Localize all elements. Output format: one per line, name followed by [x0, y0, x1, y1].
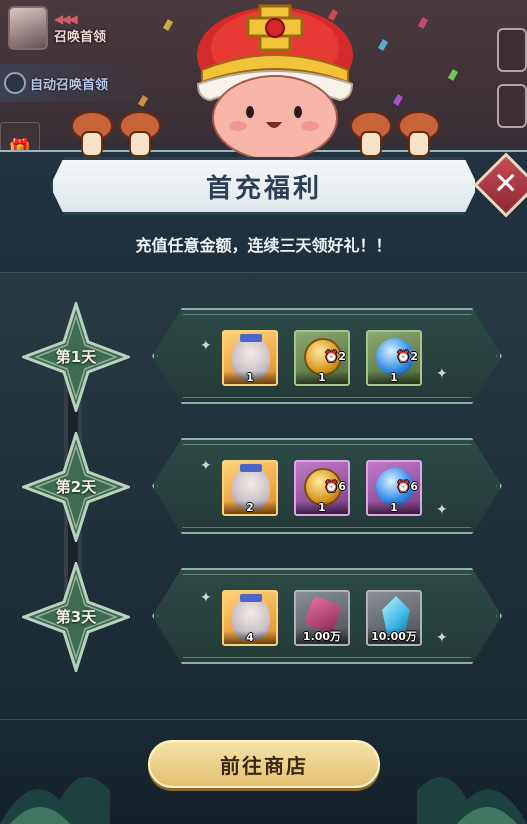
item-count: 2 — [224, 501, 276, 514]
reward-items: 2 ⏰6 1 ⏰6 1 — [222, 460, 422, 516]
mushroom-sprites-left-icon — [71, 111, 161, 157]
sparkle-icon: ✦ — [200, 590, 212, 606]
day-row-2: 第2天 ✦ ✦ 2 ⏰6 1 ⏰6 1 — [0, 432, 527, 542]
sparkle-icon: ✦ — [436, 366, 448, 382]
side-menu-icon[interactable] — [497, 28, 527, 72]
sparkle-icon: ✦ — [200, 458, 212, 474]
item-count: 4 — [224, 631, 276, 644]
dialog-subtitle: 充值任意金额，连续三天领好礼！！ — [135, 236, 392, 255]
hero-crown — [240, 594, 262, 602]
sparkle-icon: ✦ — [436, 502, 448, 518]
reward-item[interactable]: 1 — [222, 330, 278, 386]
boss-avatar — [8, 6, 48, 50]
item-tag: ⏰2 — [396, 350, 418, 363]
hero-crown — [240, 334, 262, 342]
crowned-mascot-icon — [196, 4, 354, 160]
summon-boss-label: 召唤首领 — [54, 29, 107, 45]
reward-item[interactable]: 2 — [222, 460, 278, 516]
summon-text: ◀◀◀ 召唤首领 — [54, 12, 106, 45]
day-label: 第3天 — [55, 608, 97, 626]
arrows-icon: ◀◀◀ — [54, 11, 78, 26]
item-count: 1 — [368, 501, 420, 514]
day-row-1: 第1天 ✦ ✦ 1 ⏰2 1 ⏰2 1 — [0, 302, 527, 412]
reward-item[interactable]: ⏰6 1 — [366, 460, 422, 516]
reward-item[interactable]: 10.00万 — [366, 590, 422, 646]
reward-items: 1 ⏰2 1 ⏰2 1 — [222, 330, 422, 386]
day-row-3: 第3天 ✦ ✦ 4 1.00万 10.00万 — [0, 562, 527, 672]
auto-summon-toggle[interactable] — [4, 72, 26, 94]
auto-summon-label: 自动召唤首领 — [30, 77, 109, 93]
mushroom-sprites-right-icon — [350, 111, 440, 157]
calendar-icon[interactable] — [497, 84, 527, 128]
hero-crown — [240, 464, 262, 472]
day-label: 第1天 — [55, 348, 97, 366]
reward-item[interactable]: ⏰2 1 — [366, 330, 422, 386]
day-label: 第2天 — [55, 478, 97, 496]
reward-item[interactable]: 1.00万 — [294, 590, 350, 646]
reward-item[interactable]: ⏰2 1 — [294, 330, 350, 386]
dialog-title: 首充福利 — [205, 173, 322, 204]
close-icon: ✕ — [493, 166, 519, 202]
item-tag: ⏰6 — [396, 480, 418, 493]
summon-boss-row[interactable]: ◀◀◀ 召唤首领 — [8, 4, 148, 52]
item-tag: ⏰6 — [324, 480, 346, 493]
sparkle-icon: ✦ — [436, 630, 448, 646]
reward-items: 4 1.00万 10.00万 — [222, 590, 422, 646]
item-tag: ⏰2 — [324, 350, 346, 363]
item-count: 1.00万 — [296, 628, 348, 644]
day-badge: 第3天 — [22, 562, 130, 672]
item-count: 1 — [296, 371, 348, 384]
sparkle-icon: ✦ — [200, 338, 212, 354]
day-badge: 第1天 — [22, 302, 130, 412]
item-count: 1 — [296, 501, 348, 514]
item-count: 1 — [368, 371, 420, 384]
item-count: 10.00万 — [368, 628, 420, 644]
dialog-title-banner: 首充福利 — [50, 157, 478, 215]
reward-item[interactable]: ⏰6 1 — [294, 460, 350, 516]
day-badge: 第2天 — [22, 432, 130, 542]
go-to-shop-button[interactable]: 前往商店 — [148, 740, 380, 788]
reward-item[interactable]: 4 — [222, 590, 278, 646]
auto-summon-row[interactable]: 自动召唤首领 — [0, 64, 150, 102]
item-count: 1 — [224, 371, 276, 384]
